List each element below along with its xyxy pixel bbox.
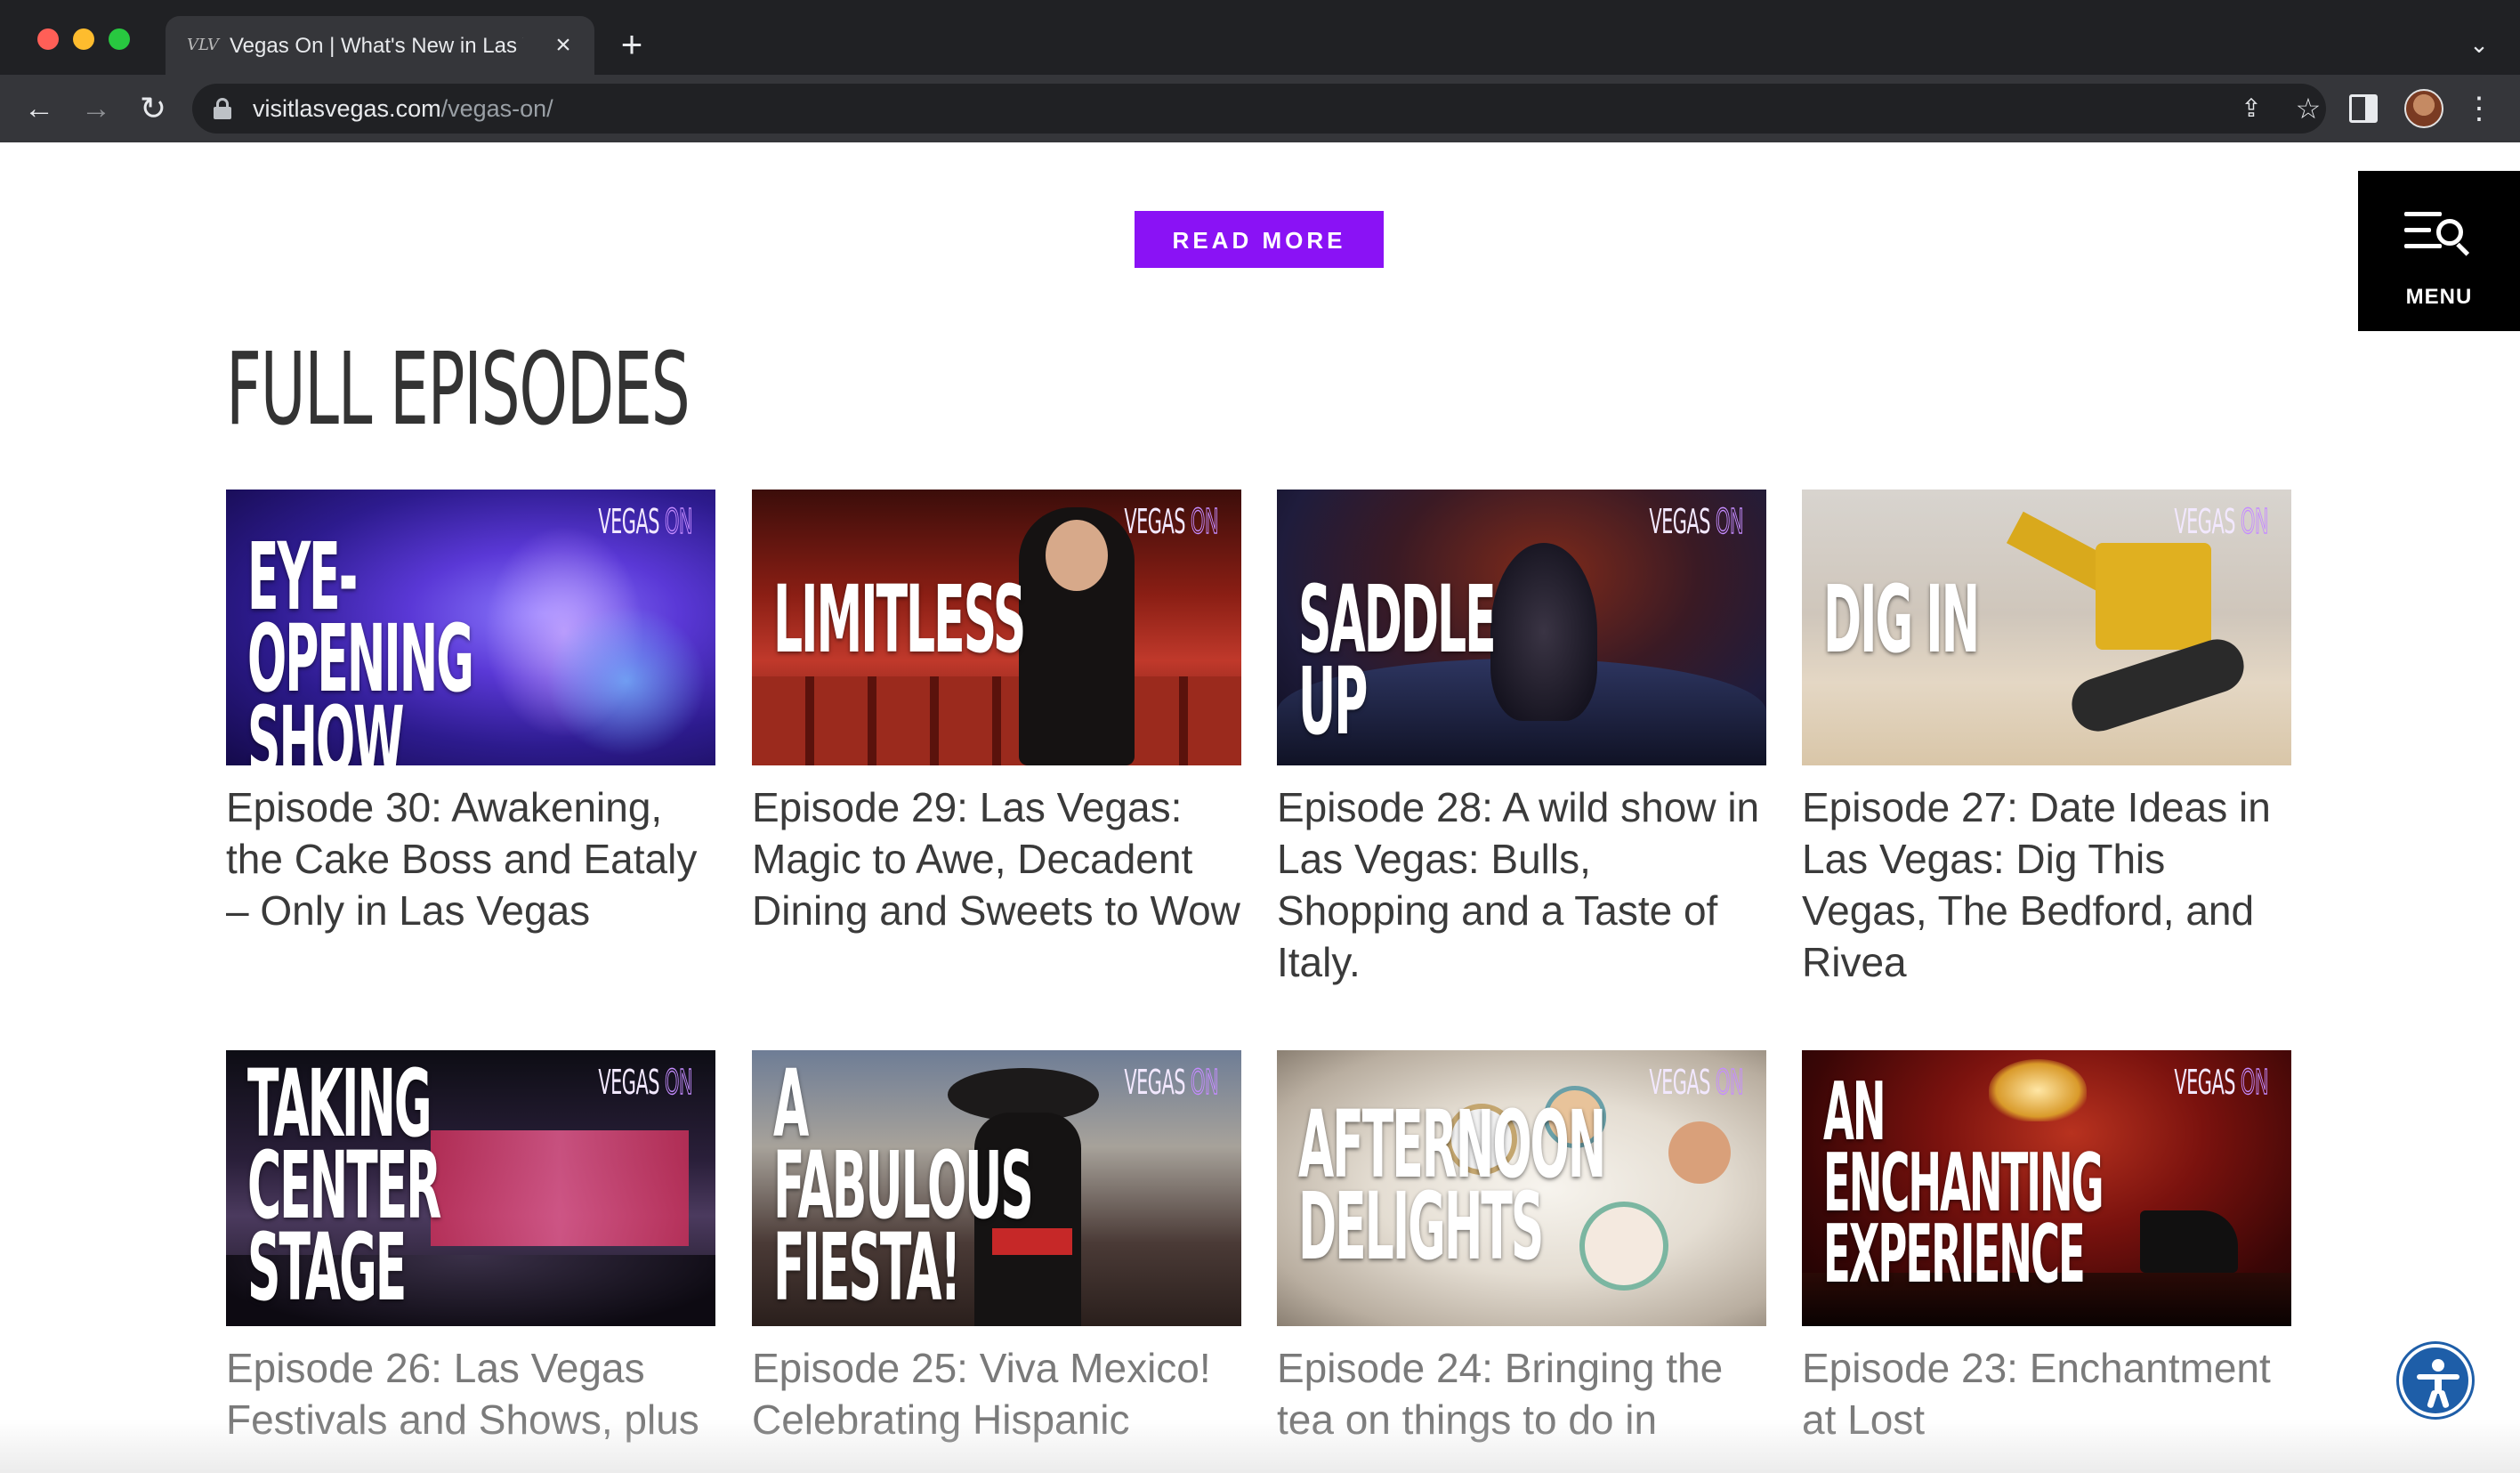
episode-thumbnail[interactable]: VEGAS ON AFTERNOON DELIGHTS: [1277, 1050, 1766, 1326]
episode-title-link[interactable]: Episode 24: Bringing the tea on things t…: [1277, 1342, 1775, 1445]
url-text[interactable]: visitlasvegas.com/vegas-on/: [253, 94, 553, 123]
episode-thumbnail[interactable]: VEGAS ON DIG IN: [1802, 490, 2291, 765]
accessibility-icon[interactable]: [2399, 1344, 2472, 1417]
episode-thumbnail[interactable]: VEGAS ON LIMITLESS: [752, 490, 1241, 765]
read-more-button[interactable]: READ MORE: [1135, 211, 1384, 268]
vegas-on-logo: VEGAS ON: [598, 1062, 693, 1103]
address-bar[interactable]: visitlasvegas.com/vegas-on/ ⇪ ☆: [192, 84, 2326, 134]
menu-search-icon: [2404, 210, 2472, 256]
vegas-on-logo: VEGAS ON: [1649, 501, 1744, 542]
episode-title-link[interactable]: Episode 26: Las Vegas Festivals and Show…: [226, 1342, 724, 1445]
thumbnail-headline: A FABULOUS FIESTA!: [773, 1050, 1034, 1322]
browser-toolbar: ← → ↻ visitlasvegas.com/vegas-on/ ⇪ ☆ ⋮: [0, 75, 2520, 142]
maximize-window-button[interactable]: [109, 28, 130, 50]
thumbnail-headline: DIG IN: [1823, 565, 1980, 674]
bookmark-star-icon[interactable]: ☆: [2292, 93, 2324, 125]
thumbnail-headline: LIMITLESS: [773, 565, 1026, 674]
thumbnail-headline: TAKING CENTER STAGE: [247, 1050, 441, 1322]
side-panel-icon[interactable]: [2349, 94, 2378, 123]
share-icon[interactable]: ⇪: [2235, 93, 2267, 125]
vegas-on-logo: VEGAS ON: [598, 501, 693, 542]
browser-menu-icon[interactable]: ⋮: [2463, 87, 2495, 130]
tab-strip: VLV Vegas On | What's New in Las Vegas ×…: [0, 0, 2520, 75]
back-arrow-icon[interactable]: ←: [18, 87, 61, 130]
thumbnail-headline: SADDLE UP: [1298, 565, 1497, 756]
vegas-on-logo: VEGAS ON: [1124, 1062, 1219, 1103]
browser-chrome: VLV Vegas On | What's New in Las Vegas ×…: [0, 0, 2520, 142]
vegas-on-logo: VEGAS ON: [1124, 501, 1219, 542]
episode-thumbnail[interactable]: VEGAS ON A FABULOUS FIESTA!: [752, 1050, 1241, 1326]
episode-thumbnail[interactable]: VEGAS ON AN ENCHANTING EXPERIENCE: [1802, 1050, 2291, 1326]
forward-arrow-icon[interactable]: →: [75, 87, 117, 130]
page-content: READ MORE MENU FULL EPISODES VEGAS ON EY…: [0, 142, 2520, 1473]
episode-thumbnail[interactable]: VEGAS ON TAKING CENTER STAGE: [226, 1050, 715, 1326]
tab-title: Vegas On | What's New in Las Vegas: [230, 34, 523, 58]
url-path: /vegas-on/: [440, 95, 553, 122]
menu-label: MENU: [2405, 285, 2473, 309]
vegas-on-logo: VEGAS ON: [2174, 501, 2269, 542]
browser-tab[interactable]: VLV Vegas On | What's New in Las Vegas ×: [166, 16, 594, 75]
vegas-on-logo: VEGAS ON: [2174, 1062, 2269, 1103]
episode-title-link[interactable]: Episode 29: Las Vegas: Magic to Awe, Dec…: [752, 781, 1250, 936]
tab-search-chevron-icon[interactable]: ⌄: [2463, 28, 2495, 61]
thumbnail-headline: EYE-OPENING SHOW: [247, 522, 474, 765]
thumbnail-headline: AN ENCHANTING EXPERIENCE: [1823, 1065, 2104, 1301]
url-host: visitlasvegas.com: [253, 95, 441, 122]
episode-thumbnail[interactable]: VEGAS ON SADDLE UP: [1277, 490, 1766, 765]
vegas-on-logo: VEGAS ON: [1649, 1062, 1744, 1103]
lock-icon[interactable]: [214, 98, 231, 119]
episode-thumbnail[interactable]: VEGAS ON EYE-OPENING SHOW: [226, 490, 715, 765]
episode-title-link[interactable]: Episode 23: Enchantment at Lost: [1802, 1342, 2300, 1445]
episode-title-link[interactable]: Episode 27: Date Ideas in Las Vegas: Dig…: [1802, 781, 2300, 988]
new-tab-icon[interactable]: +: [614, 26, 650, 63]
site-menu-button[interactable]: MENU: [2358, 171, 2520, 331]
episode-title-link[interactable]: Episode 30: Awakening, the Cake Boss and…: [226, 781, 724, 936]
reload-icon[interactable]: ↻: [132, 87, 174, 130]
close-tab-icon[interactable]: ×: [548, 30, 578, 61]
thumbnail-headline: AFTERNOON DELIGHTS: [1298, 1090, 1606, 1281]
minimize-window-button[interactable]: [73, 28, 94, 50]
section-title: FULL EPISODES: [226, 332, 691, 448]
close-window-button[interactable]: [37, 28, 59, 50]
episode-title-link[interactable]: Episode 25: Viva Mexico! Celebrating His…: [752, 1342, 1250, 1445]
site-favicon-icon: VLV: [187, 36, 219, 54]
profile-avatar[interactable]: [2404, 89, 2443, 128]
episode-title-link[interactable]: Episode 28: A wild show in Las Vegas: Bu…: [1277, 781, 1775, 988]
